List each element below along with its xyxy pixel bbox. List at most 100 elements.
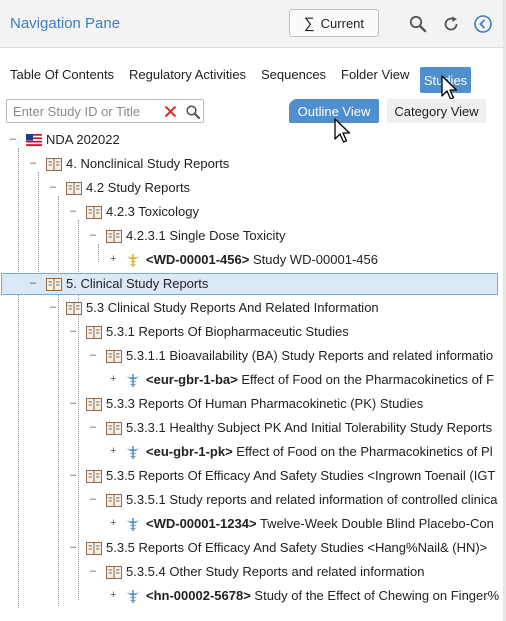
tree-node-label: 5.3 Clinical Study Reports And Related I… (86, 300, 379, 315)
tree-node-5-3-5-hn[interactable]: – 5.3.5 Reports Of Efficacy And Safety S… (0, 538, 500, 560)
tree-node-4-2[interactable]: – 4.2 Study Reports (0, 178, 500, 200)
tree-node-label: NDA 202022 (46, 132, 120, 147)
collapse-toggle-icon[interactable]: – (90, 493, 96, 505)
tree-node-label: 4.2.3 Toxicology (106, 204, 199, 219)
book-icon (86, 542, 102, 555)
book-icon (86, 326, 102, 339)
book-icon (86, 206, 102, 219)
study-search-input[interactable] (13, 103, 158, 119)
book-icon (66, 182, 82, 195)
tree-node-4-2-3[interactable]: – 4.2.3 Toxicology (0, 202, 500, 224)
tree-node-5-3-5-igt[interactable]: – 5.3.5 Reports Of Efficacy And Safety S… (0, 466, 500, 488)
study-item-wd-00001-456[interactable]: + <WD-00001-456> Study WD-00001-456 (0, 250, 500, 272)
collapse-toggle-icon[interactable]: – (50, 181, 56, 193)
collapse-pane-icon[interactable] (473, 14, 493, 34)
study-id: <eu-gbr-1-pk> (146, 444, 233, 459)
study-item-eur-gbr-1-ba[interactable]: + <eur-gbr-1-ba> Effect of Food on the P… (0, 370, 500, 392)
caduceus-icon (127, 518, 139, 531)
study-title: Effect of Food on the Pharmacokinetics o… (237, 372, 495, 387)
study-title: Study of the Effect of Chewing on Finger… (250, 588, 500, 603)
caduceus-icon (127, 374, 139, 387)
expand-toggle-icon[interactable]: + (110, 517, 116, 529)
us-flag-icon (26, 134, 42, 146)
study-title: Effect of Food on the Pharmacokinetics o… (232, 444, 493, 459)
tree-node-label: 5.3.3.1 Healthy Subject PK And Initial T… (126, 420, 493, 435)
tree-node-4-2-3-1[interactable]: – 4.2.3.1 Single Dose Toxicity (0, 226, 500, 248)
book-icon (66, 302, 82, 315)
study-id: <eur-gbr-1-ba> (146, 372, 238, 387)
collapse-toggle-icon[interactable]: – (90, 421, 96, 433)
collapse-toggle-icon[interactable]: – (90, 229, 96, 241)
collapse-toggle-icon[interactable]: – (70, 469, 76, 481)
expand-toggle-icon[interactable]: + (110, 445, 116, 457)
collapse-toggle-icon[interactable]: – (30, 157, 36, 169)
study-id: <hn-00002-5678> (146, 588, 251, 603)
collapse-toggle-icon[interactable]: – (30, 277, 36, 289)
caduceus-icon (127, 446, 139, 459)
book-icon (106, 422, 122, 435)
collapse-toggle-icon[interactable]: – (10, 133, 16, 145)
study-id: <WD-00001-456> (146, 252, 250, 267)
collapse-toggle-icon[interactable]: – (50, 301, 56, 313)
search-icon[interactable] (185, 104, 201, 120)
tree-node-5-3[interactable]: – 5.3 Clinical Study Reports And Related… (0, 298, 500, 320)
book-icon (106, 494, 122, 507)
pane-title: Navigation Pane (10, 15, 121, 32)
book-icon (46, 158, 62, 171)
expand-toggle-icon[interactable]: + (110, 373, 116, 385)
tab-folder-view[interactable]: Folder View (341, 67, 409, 82)
tree-node-5-3-5-1[interactable]: – 5.3.5.1 Study reports and related info… (0, 490, 500, 512)
book-icon (106, 566, 122, 579)
tab-sequences[interactable]: Sequences (261, 67, 326, 82)
collapse-toggle-icon[interactable]: – (70, 205, 76, 217)
collapse-toggle-icon[interactable]: – (90, 565, 96, 577)
study-item-wd-00001-1234[interactable]: + <WD-00001-1234> Twelve-Week Double Bli… (0, 514, 500, 536)
tree-node-label: 5.3.5 Reports Of Efficacy And Safety Stu… (106, 540, 488, 555)
study-id: <WD-00001-1234> (146, 516, 257, 531)
study-title: Study WD-00001-456 (249, 252, 378, 267)
tree-node-5-3-1-1[interactable]: – 5.3.1.1 Bioavailability (BA) Study Rep… (0, 346, 500, 368)
study-item-hn-00002-5678[interactable]: + <hn-00002-5678> Study of the Effect of… (0, 586, 500, 608)
tree-node-label: 5.3.3 Reports Of Human Pharmacokinetic (… (106, 396, 424, 411)
search-icon[interactable] (408, 14, 428, 34)
clear-icon[interactable] (164, 105, 177, 118)
tree-node-4[interactable]: – 4. Nonclinical Study Reports (0, 154, 500, 176)
book-icon (106, 230, 122, 243)
book-icon (106, 350, 122, 363)
refresh-icon[interactable] (441, 14, 461, 34)
collapse-toggle-icon[interactable]: – (70, 397, 76, 409)
category-view-button[interactable]: Category View (387, 99, 486, 123)
tree-node-label: 5. Clinical Study Reports (66, 276, 209, 291)
collapse-toggle-icon[interactable]: – (70, 325, 76, 337)
expand-toggle-icon[interactable]: + (110, 589, 116, 601)
expand-toggle-icon[interactable]: + (110, 253, 116, 265)
current-button-label: Current (320, 15, 365, 31)
tree-node-label: 4.2 Study Reports (86, 180, 191, 195)
tree-node-label: 5.3.5 Reports Of Efficacy And Safety Stu… (106, 468, 496, 483)
book-icon (86, 470, 102, 483)
study-search-box (6, 99, 204, 123)
collapse-toggle-icon[interactable]: – (90, 349, 96, 361)
collapse-toggle-icon[interactable]: – (70, 541, 76, 553)
tree-node-label: 4. Nonclinical Study Reports (66, 156, 230, 171)
book-icon (46, 278, 62, 291)
caduceus-icon (127, 254, 139, 267)
caduceus-icon (127, 590, 139, 603)
tree-node-label: 5.3.5.1 Study reports and related inform… (126, 492, 498, 507)
book-icon (86, 398, 102, 411)
tree-node-label: 5.3.1.1 Bioavailability (BA) Study Repor… (126, 348, 494, 363)
sigma-icon: ∑ (303, 14, 315, 32)
tree-node-5-3-5-4[interactable]: – 5.3.5.4 Other Study Reports and relate… (0, 562, 500, 584)
study-item-eu-gbr-1-pk[interactable]: + <eu-gbr-1-pk> Effect of Food on the Ph… (0, 442, 500, 464)
tree-node-5[interactable]: – 5. Clinical Study Reports (0, 274, 500, 296)
tree-node-label: 4.2.3.1 Single Dose Toxicity (126, 228, 286, 243)
study-title: Twelve-Week Double Blind Placebo-Con (256, 516, 494, 531)
tree-node-nda[interactable]: – NDA 202022 (0, 130, 500, 152)
tree-node-label: 5.3.5.4 Other Study Reports and related … (126, 564, 425, 579)
tab-table-of-contents[interactable]: Table Of Contents (10, 67, 114, 82)
current-button[interactable]: ∑ Current (289, 9, 379, 37)
tree-node-5-3-3-1[interactable]: – 5.3.3.1 Healthy Subject PK And Initial… (0, 418, 500, 440)
tab-regulatory-activities[interactable]: Regulatory Activities (129, 67, 246, 82)
tree-node-5-3-1[interactable]: – 5.3.1 Reports Of Biopharmaceutic Studi… (0, 322, 500, 344)
tree-node-5-3-3[interactable]: – 5.3.3 Reports Of Human Pharmacokinetic… (0, 394, 500, 416)
